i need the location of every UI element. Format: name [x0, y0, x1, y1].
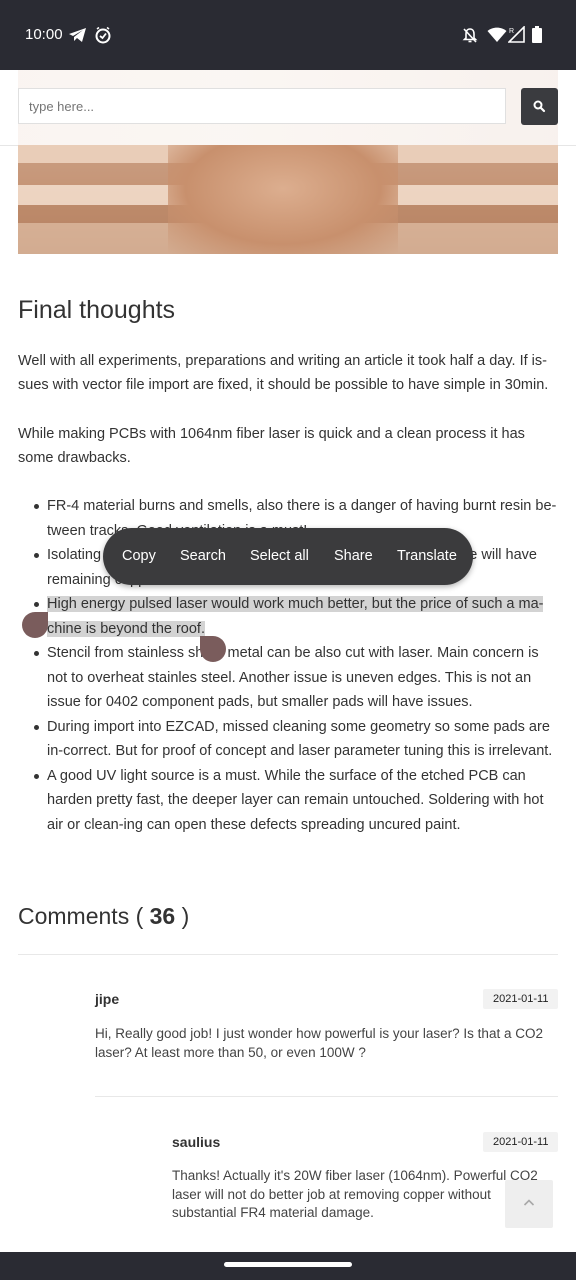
status-time: 10:00 [25, 26, 63, 43]
search-icon [533, 100, 546, 113]
home-gesture-handle[interactable] [224, 1262, 352, 1267]
article-image [18, 145, 558, 254]
site-header [0, 70, 576, 146]
wifi-icon [487, 27, 507, 42]
search-button[interactable] [521, 88, 558, 125]
comment-author[interactable]: saulius [172, 1134, 220, 1150]
comment-date: 2021-01-11 [483, 989, 559, 1009]
battery-icon [532, 26, 542, 43]
comment-text: Thanks! Actually it's 20W fiber laser (1… [172, 1168, 538, 1220]
notifications-off-icon [462, 28, 478, 43]
image-blur-detail [168, 145, 398, 254]
divider [95, 1096, 558, 1097]
section-heading: Final thoughts [18, 296, 176, 324]
translate-menu-item[interactable]: Translate [397, 548, 457, 564]
comments-count: 36 [149, 903, 176, 929]
list-item: A good UV light source is a must. While … [18, 764, 558, 838]
timer-icon [95, 26, 111, 44]
copy-menu-item[interactable]: Copy [122, 548, 156, 564]
scroll-to-top-button[interactable] [505, 1180, 553, 1228]
comment-author[interactable]: jipe [95, 991, 119, 1007]
article-paragraph: Well with all experiments, preparations … [18, 353, 549, 393]
status-bar: 10:00 R [0, 0, 576, 70]
text-selection-menu: Copy Search Select all Share Translate [103, 528, 473, 585]
svg-text:R: R [509, 28, 514, 35]
list-item-selected[interactable]: High energy pulsed laser would work much… [18, 592, 558, 641]
selection-start-handle[interactable] [22, 612, 48, 638]
article-paragraph: While making PCBs with 1064nm fiber lase… [18, 426, 525, 466]
list-item: During import into EZCAD, missed cleanin… [18, 715, 558, 764]
selected-text[interactable]: High energy pulsed laser would work much… [47, 596, 544, 637]
comments-heading: Comments ( 36 ) [18, 903, 190, 929]
comment-date: 2021-01-11 [483, 1132, 559, 1152]
comment-text: Hi, Really good job! I just wonder how p… [95, 1026, 543, 1060]
divider [18, 954, 558, 955]
signal-icon: R [508, 26, 525, 43]
chevron-up-icon [523, 1199, 535, 1206]
search-input[interactable] [18, 88, 506, 124]
search-menu-item[interactable]: Search [180, 548, 226, 564]
telegram-icon [69, 28, 86, 42]
selection-end-handle[interactable] [200, 636, 226, 662]
share-menu-item[interactable]: Share [334, 548, 373, 564]
select-all-menu-item[interactable]: Select all [250, 548, 309, 564]
list-item: Stencil from stainless sheet metal can b… [18, 641, 558, 715]
